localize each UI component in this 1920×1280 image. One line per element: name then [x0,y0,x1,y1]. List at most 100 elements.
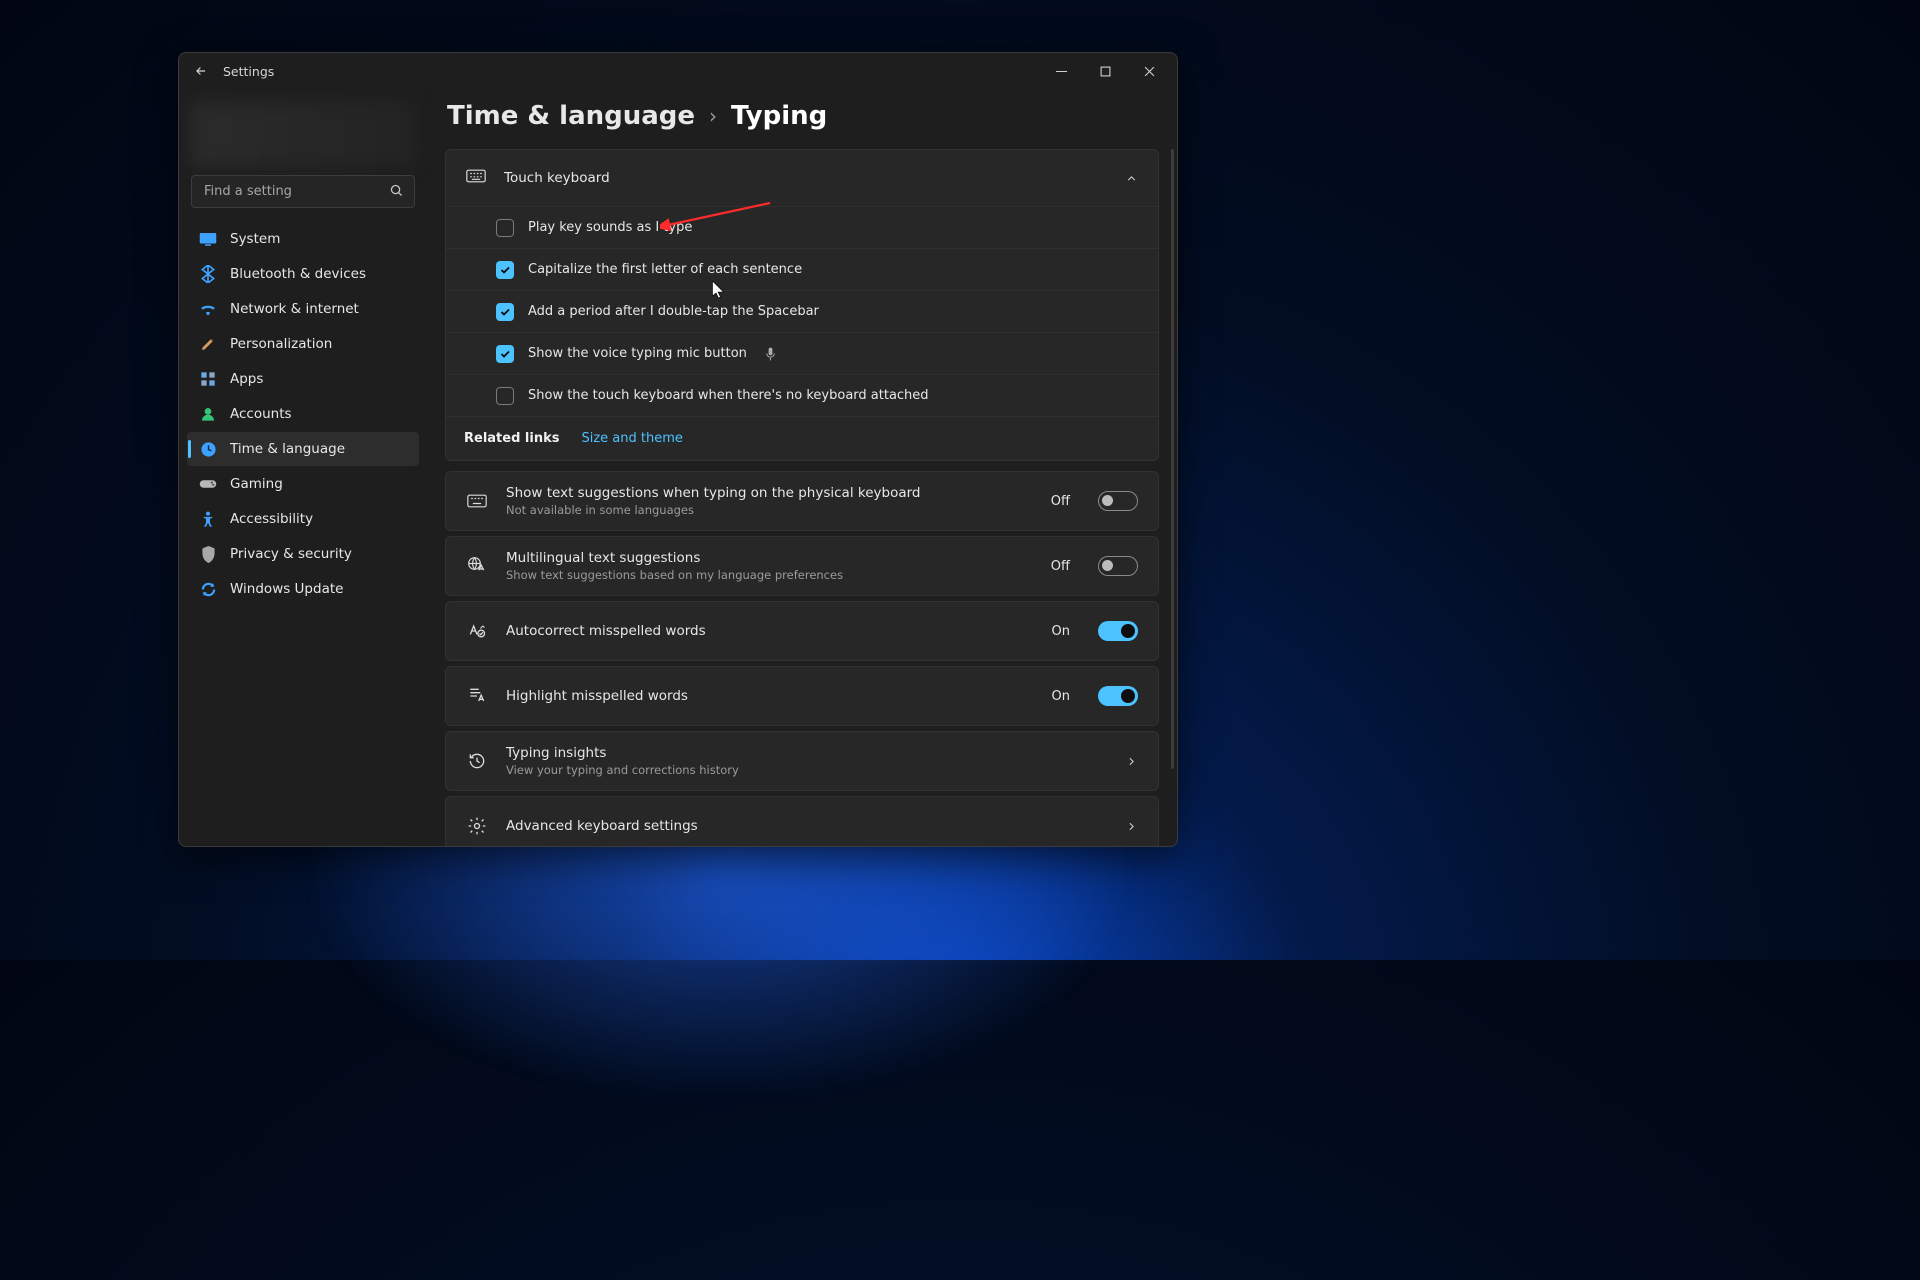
sidebar-item-accessibility[interactable]: Accessibility [187,502,419,536]
sidebar-item-label: System [230,231,280,247]
toggle-state: On [1052,624,1070,639]
toggle[interactable] [1098,491,1138,511]
shield-icon [199,545,217,563]
chevron-right-icon: › [709,104,717,128]
option-show-touch-keyboard[interactable]: Show the touch keyboard when there's no … [446,374,1158,416]
setting-typing-insights[interactable]: Typing insights View your typing and cor… [445,731,1159,791]
option-label: Show the touch keyboard when there's no … [528,388,929,403]
sidebar-item-bluetooth[interactable]: Bluetooth & devices [187,257,419,291]
checkbox[interactable] [496,303,514,321]
chevron-right-icon [1125,755,1138,768]
minimize-button[interactable] [1039,56,1083,86]
option-label: Capitalize the first letter of each sent… [528,262,802,277]
settings-window: Settings System Bluetooth & devic [178,52,1178,847]
sidebar-item-label: Accounts [230,406,292,422]
checkbox[interactable] [496,219,514,237]
person-icon [199,405,217,423]
mic-icon [765,347,776,361]
sidebar: System Bluetooth & devices Network & int… [179,89,427,846]
update-icon [199,580,217,598]
setting-autocorrect: Autocorrect misspelled words On [445,601,1159,661]
bluetooth-icon [199,265,217,283]
option-play-key-sounds[interactable]: Play key sounds as I type [446,206,1158,248]
sidebar-item-time-language[interactable]: Time & language [187,432,419,466]
checkbox[interactable] [496,387,514,405]
globe-lang-icon [466,555,488,577]
search-input[interactable] [191,175,415,208]
setting-text-suggestions: Show text suggestions when typing on the… [445,471,1159,531]
highlight-icon [466,685,488,707]
sidebar-item-label: Privacy & security [230,546,352,562]
setting-advanced-keyboard[interactable]: Advanced keyboard settings [445,796,1159,846]
gear-icon [466,815,488,837]
setting-sub: View your typing and corrections history [506,763,1107,777]
sidebar-item-network[interactable]: Network & internet [187,292,419,326]
related-label: Related links [464,431,559,446]
toggle-state: Off [1051,559,1070,574]
keyboard-icon [466,490,488,512]
option-capitalize[interactable]: Capitalize the first letter of each sent… [446,248,1158,290]
setting-title: Highlight misspelled words [506,688,1034,704]
toggle[interactable] [1098,556,1138,576]
app-title: Settings [223,64,274,79]
search-icon [389,183,405,199]
back-button[interactable] [193,63,209,79]
sidebar-item-label: Personalization [230,336,332,352]
scrollbar[interactable] [1171,149,1174,769]
chevron-up-icon [1125,172,1138,185]
sidebar-item-apps[interactable]: Apps [187,362,419,396]
sidebar-item-gaming[interactable]: Gaming [187,467,419,501]
sidebar-item-label: Time & language [230,441,345,457]
search-box [191,175,415,208]
touch-keyboard-header[interactable]: Touch keyboard [446,150,1158,206]
setting-sub: Not available in some languages [506,503,1033,517]
toggle[interactable] [1098,686,1138,706]
sidebar-item-label: Network & internet [230,301,359,317]
setting-title: Typing insights [506,745,1107,761]
profile-card[interactable] [191,101,415,167]
maximize-button[interactable] [1083,56,1127,86]
breadcrumb-current: Typing [731,101,827,131]
panel-title: Touch keyboard [504,170,1107,186]
globe-clock-icon [199,440,217,458]
breadcrumb-parent[interactable]: Time & language [447,101,695,131]
apps-icon [199,370,217,388]
setting-title: Autocorrect misspelled words [506,623,1034,639]
option-label: Play key sounds as I type [528,220,692,235]
accessibility-icon [199,510,217,528]
setting-sub: Show text suggestions based on my langua… [506,568,1033,582]
sidebar-item-personalization[interactable]: Personalization [187,327,419,361]
setting-title: Multilingual text suggestions [506,550,1033,566]
toggle[interactable] [1098,621,1138,641]
setting-title: Show text suggestions when typing on the… [506,485,1033,501]
sidebar-item-label: Windows Update [230,581,343,597]
option-label: Show the voice typing mic button [528,346,747,361]
sidebar-item-label: Accessibility [230,511,313,527]
setting-multilingual: Multilingual text suggestions Show text … [445,536,1159,596]
sidebar-item-system[interactable]: System [187,222,419,256]
breadcrumb: Time & language › Typing [447,101,1159,131]
setting-title: Advanced keyboard settings [506,818,1107,834]
chevron-right-icon [1125,820,1138,833]
titlebar: Settings [179,53,1177,89]
main-content: Time & language › Typing Touch keyboard … [427,89,1177,846]
gamepad-icon [199,475,217,493]
sidebar-item-windows-update[interactable]: Windows Update [187,572,419,606]
checkbox[interactable] [496,261,514,279]
sidebar-item-accounts[interactable]: Accounts [187,397,419,431]
link-size-theme[interactable]: Size and theme [581,431,682,446]
touch-keyboard-panel: Touch keyboard Play key sounds as I type… [445,149,1159,461]
option-add-period[interactable]: Add a period after I double-tap the Spac… [446,290,1158,332]
sidebar-item-label: Apps [230,371,263,387]
option-label: Add a period after I double-tap the Spac… [528,304,819,319]
nav: System Bluetooth & devices Network & int… [187,222,419,606]
option-voice-typing-mic[interactable]: Show the voice typing mic button [446,332,1158,374]
sidebar-item-privacy[interactable]: Privacy & security [187,537,419,571]
toggle-state: On [1052,689,1070,704]
keyboard-icon [466,169,486,187]
close-button[interactable] [1127,56,1171,86]
related-links: Related links Size and theme [446,416,1158,460]
autocorrect-icon [466,620,488,642]
sidebar-item-label: Gaming [230,476,283,492]
checkbox[interactable] [496,345,514,363]
